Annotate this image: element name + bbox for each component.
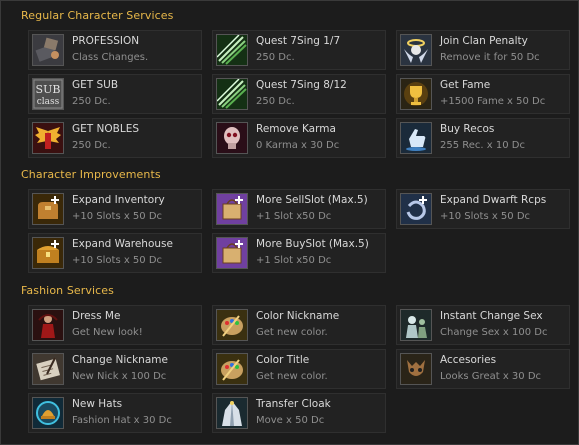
service-name: Join Clan Penalty: [440, 35, 528, 47]
service-name: Expand Dwarft Rcps: [440, 194, 547, 206]
service-name: Instant Change Sex: [440, 310, 543, 322]
service-name: Accesories: [440, 354, 497, 366]
clan-angel-icon: [400, 34, 432, 66]
service-desc: +10 Slots x 50 Dc: [72, 255, 163, 266]
service-get-sub[interactable]: SUB class GET SUB 250 Dc.: [28, 74, 202, 114]
dress-me-icon: [32, 309, 64, 341]
service-desc: New Nick x 100 Dc: [72, 371, 167, 382]
service-change-nickname[interactable]: Change Nickname New Nick x 100 Dc: [28, 349, 202, 389]
service-name: Color Nickname: [256, 310, 340, 322]
svg-text:class: class: [37, 97, 60, 107]
service-desc: Change Sex x 100 Dc: [440, 327, 548, 338]
service-name: More BuySlot (Max.5): [256, 238, 369, 250]
fame-trophy-icon: [400, 78, 432, 110]
service-desc: Remove it for 50 Dc: [440, 52, 540, 63]
service-desc: +1 Slot x50 Dc: [256, 211, 332, 222]
subclass-icon: SUB class: [32, 78, 64, 110]
service-new-hats[interactable]: New Hats Fashion Hat x 30 Dc: [28, 393, 202, 433]
service-name: Quest 7Sing 1/7: [256, 35, 341, 47]
buy-bag-icon: [216, 237, 248, 269]
service-profession[interactable]: PROFESSION Class Changes.: [28, 30, 202, 70]
service-name: Buy Recos: [440, 123, 495, 135]
service-more-sellslot[interactable]: More SellSlot (Max.5) +1 Slot x50 Dc: [212, 189, 386, 229]
cloak-icon: [216, 397, 248, 429]
quest-blades-icon: [216, 78, 248, 110]
service-desc: 255 Rec. x 10 Dc: [440, 140, 525, 151]
service-desc: Get new color.: [256, 327, 328, 338]
service-desc: Move x 50 Dc: [256, 415, 325, 426]
service-name: Change Nickname: [72, 354, 168, 366]
service-dress-me[interactable]: Dress Me Get New look!: [28, 305, 202, 345]
karma-skull-icon: [216, 122, 248, 154]
service-desc: +1 Slot x50 Dc: [256, 255, 332, 266]
warehouse-chest-icon: [32, 237, 64, 269]
change-sex-icon: [400, 309, 432, 341]
service-name: Quest 7Sing 8/12: [256, 79, 347, 91]
palette-icon: [216, 353, 248, 385]
service-accesories[interactable]: Accesories Looks Great x 30 Dc: [396, 349, 570, 389]
service-desc: 250 Dc.: [72, 140, 111, 151]
profession-icon: [32, 34, 64, 66]
service-desc: 250 Dc.: [72, 96, 111, 107]
recipe-ring-icon: [400, 193, 432, 225]
inventory-bag-icon: [32, 193, 64, 225]
service-name: GET SUB: [72, 79, 119, 91]
service-color-title[interactable]: Color Title Get new color.: [212, 349, 386, 389]
section-title-regular: Regular Character Services: [21, 9, 174, 22]
hat-crest-icon: [32, 397, 64, 429]
service-desc: 0 Karma x 30 Dc: [256, 140, 340, 151]
service-more-buyslot[interactable]: More BuySlot (Max.5) +1 Slot x50 Dc: [212, 233, 386, 273]
service-desc: 250 Dc.: [256, 96, 295, 107]
service-color-nickname[interactable]: Color Nickname Get new color.: [212, 305, 386, 345]
service-get-fame[interactable]: Get Fame +1500 Fame x 50 Dc: [396, 74, 570, 114]
service-expand-dwarft-rcps[interactable]: Expand Dwarft Rcps +10 Slots x 50 Dc: [396, 189, 570, 229]
sell-bag-icon: [216, 193, 248, 225]
service-expand-inventory[interactable]: Expand Inventory +10 Slots x 50 Dc: [28, 189, 202, 229]
service-quest-7sing-8-12[interactable]: Quest 7Sing 8/12 250 Dc.: [212, 74, 386, 114]
service-name: Color Title: [256, 354, 310, 366]
service-name: GET NOBLES: [72, 123, 139, 135]
service-desc: Get new color.: [256, 371, 328, 382]
service-name: Expand Inventory: [72, 194, 165, 206]
service-name: Dress Me: [72, 310, 121, 322]
service-desc: +10 Slots x 50 Dc: [72, 211, 163, 222]
service-desc: +1500 Fame x 50 Dc: [440, 96, 546, 107]
service-transfer-cloak[interactable]: Transfer Cloak Move x 50 Dc: [212, 393, 386, 433]
service-desc: 250 Dc.: [256, 52, 295, 63]
service-desc: Class Changes.: [72, 52, 149, 63]
service-name: Transfer Cloak: [256, 398, 331, 410]
service-expand-warehouse[interactable]: Expand Warehouse +10 Slots x 50 Dc: [28, 233, 202, 273]
service-desc: Looks Great x 30 Dc: [440, 371, 542, 382]
service-join-clan-penalty[interactable]: Join Clan Penalty Remove it for 50 Dc: [396, 30, 570, 70]
section-title-improvements: Character Improvements: [21, 168, 161, 181]
service-name: Remove Karma: [256, 123, 336, 135]
service-name: PROFESSION: [72, 35, 140, 47]
services-panel: Regular Character Services PROFESSION Cl…: [0, 0, 579, 445]
palette-icon: [216, 309, 248, 341]
service-name: Get Fame: [440, 79, 491, 91]
section-title-fashion: Fashion Services: [21, 284, 114, 297]
service-get-nobles[interactable]: GET NOBLES 250 Dc.: [28, 118, 202, 158]
scroll-quill-icon: [32, 353, 64, 385]
service-name: New Hats: [72, 398, 123, 410]
svg-text:SUB: SUB: [36, 83, 61, 96]
service-remove-karma[interactable]: Remove Karma 0 Karma x 30 Dc: [212, 118, 386, 158]
service-instant-change-sex[interactable]: Instant Change Sex Change Sex x 100 Dc: [396, 305, 570, 345]
recommend-hand-icon: [400, 122, 432, 154]
accessory-mask-icon: [400, 353, 432, 385]
service-desc: Fashion Hat x 30 Dc: [72, 415, 172, 426]
service-desc: +10 Slots x 50 Dc: [440, 211, 531, 222]
service-name: More SellSlot (Max.5): [256, 194, 368, 206]
service-buy-recos[interactable]: Buy Recos 255 Rec. x 10 Dc: [396, 118, 570, 158]
service-desc: Get New look!: [72, 327, 143, 338]
service-quest-7sing-1-7[interactable]: Quest 7Sing 1/7 250 Dc.: [212, 30, 386, 70]
quest-blades-icon: [216, 34, 248, 66]
service-name: Expand Warehouse: [72, 238, 173, 250]
nobles-wings-icon: [32, 122, 64, 154]
